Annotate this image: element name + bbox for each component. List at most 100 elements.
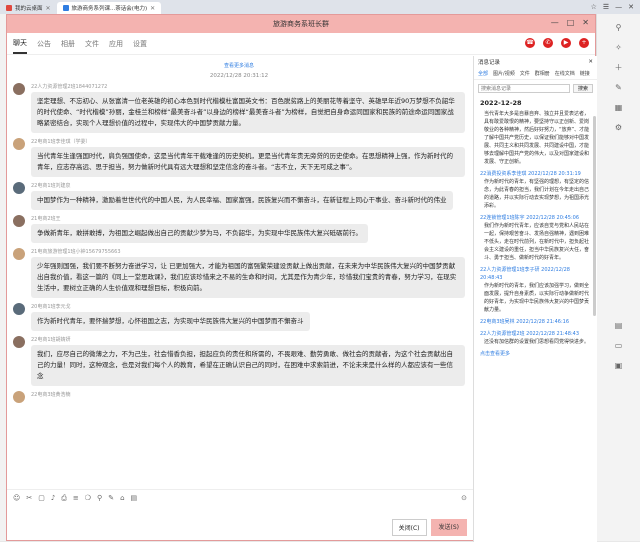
history-tab-album[interactable]: 群相册 xyxy=(535,70,550,77)
folder-icon[interactable]: ▣ xyxy=(613,360,625,372)
avatar[interactable] xyxy=(13,215,25,227)
menu-icon[interactable]: ☰ xyxy=(603,3,609,11)
avatar[interactable] xyxy=(13,83,25,95)
history-icon[interactable]: ▤ xyxy=(131,494,138,503)
file-icon[interactable]: ▢ xyxy=(38,494,45,503)
history-record: 22消费投资系李佳琪 2022/12/28 20:31:19 作为新时代的青年，… xyxy=(474,169,597,213)
tab-announcement[interactable]: 公告 xyxy=(37,35,51,53)
document-icon[interactable]: ▤ xyxy=(613,320,625,332)
browser-tab-bar: 我的云桌面 ✕ 旅游商务系列课...茶话会(电力) ✕ ☆ ☰ — ✕ xyxy=(0,0,640,14)
history-text: 作为新时代的青年，我们应该加强学习，做到全面发展，提升自身素质，以实际行动争做新… xyxy=(484,283,590,313)
history-meta[interactable]: 22连锁管理1班陈宇 2022/12/28 20:45:06 xyxy=(480,214,591,222)
pen-icon[interactable]: ✎ xyxy=(108,494,114,503)
phone-icon[interactable]: ✆ xyxy=(543,38,553,48)
home-icon[interactable]: ⌂ xyxy=(120,494,124,503)
history-record: 点击查看更多 xyxy=(474,349,597,361)
history-tab-links[interactable]: 链接 xyxy=(580,70,590,77)
chat-message: 22电商1班刘建泉 中国梦作为一种精神，激励着世世代代的中国人民，为人民幸福、国… xyxy=(13,182,465,210)
send-button[interactable]: 发送(S) xyxy=(430,519,467,536)
voice-call-icon[interactable]: ☎ xyxy=(525,38,535,48)
history-tab-docs[interactable]: 在线文档 xyxy=(555,70,575,77)
edit-icon[interactable]: ✎ xyxy=(613,82,625,94)
history-meta[interactable]: 22人力资源管理1班李子研 2022/12/28 20:48:43 xyxy=(480,266,591,282)
tab-album[interactable]: 相册 xyxy=(61,35,75,53)
history-search-button[interactable]: 搜索 xyxy=(572,84,593,93)
close-tab-icon[interactable]: ✕ xyxy=(46,5,51,12)
close-tab-icon[interactable]: ✕ xyxy=(150,5,155,12)
search-icon[interactable]: ⚲ xyxy=(613,22,625,34)
browser-controls: ☆ ☰ — ✕ xyxy=(591,3,640,11)
browser-tab-label: 我的云桌面 xyxy=(15,6,43,12)
list-icon[interactable]: ≡ xyxy=(73,494,79,503)
history-tab-files[interactable]: 文件 xyxy=(520,70,530,77)
minimize-icon[interactable]: — xyxy=(615,3,622,11)
chat-message: 21电商旅游管理1班小钟15679755663 少年强则国强，我们要不断努力奋进… xyxy=(13,248,465,298)
history-search-input[interactable] xyxy=(478,84,570,93)
close-icon[interactable]: ✕ xyxy=(628,3,634,11)
tab-apps[interactable]: 应用 xyxy=(109,35,123,53)
history-record: 22人力资源管理1班李子研 2022/12/28 20:48:43 作为新时代的… xyxy=(474,265,597,317)
browser-tab-chat[interactable]: 旅游商务系列课...茶话会(电力) ✕ xyxy=(56,2,162,14)
message-bubble[interactable]: 作为新时代青年，要怀揣梦想，心怀祖国之志，为实现中华民族伟大复兴的中国梦而不懈奋… xyxy=(31,312,310,331)
avatar[interactable] xyxy=(13,336,25,348)
tab-chat[interactable]: 聊天 xyxy=(13,34,27,54)
history-record: 22电商3班吴林 2022/12/28 21:46:16 xyxy=(474,317,597,329)
history-meta[interactable]: 22消费投资系李佳琪 2022/12/28 20:31:19 xyxy=(480,170,591,178)
close-button[interactable]: 关闭(C) xyxy=(391,519,427,536)
chat-window: 旅游商务系班长群 — □ ✕ 聊天 公告 相册 文件 应用 设置 ☎ ✆ ▶ +… xyxy=(6,14,597,542)
close-icon[interactable]: ✕ xyxy=(582,18,589,27)
grid-icon[interactable]: ▦ xyxy=(613,102,625,114)
avatar[interactable] xyxy=(13,303,25,315)
print-icon[interactable]: ⎙ xyxy=(61,494,67,503)
compass-icon[interactable]: ✧ xyxy=(613,42,625,54)
history-meta[interactable]: 22电商3班吴林 2022/12/28 21:46:16 xyxy=(480,318,591,326)
browser-tab-label: 旅游商务系列课...茶话会(电力) xyxy=(71,6,148,12)
message-bubble[interactable]: 少年强则国强，我们要不断努力奋进学习，让 已更加强大，才能为祖国的富强繁荣建设贡… xyxy=(31,257,465,298)
history-tab-all[interactable]: 全部 xyxy=(478,70,488,77)
message-bubble[interactable]: 中国梦作为一种精神，激励着世世代代的中国人民，为人民幸福、国家富强，民族复兴而不… xyxy=(31,191,453,210)
scroll-down-icon[interactable]: ⊙ xyxy=(461,494,467,503)
history-search: 搜索 xyxy=(474,80,597,97)
sender-name: 20电商1班李元戈 xyxy=(31,304,71,310)
video-call-icon[interactable]: ▶ xyxy=(561,38,571,48)
message-composer: ☺ ✂ ▢ ♪ ⎙ ≡ ❍ ⚲ ✎ ⌂ ▤ ⊙ 关闭(C) 发送(S) xyxy=(7,489,473,542)
add-icon[interactable]: ＋ xyxy=(613,62,625,74)
history-text: 我们作为新时代青年，应该自觉与党和人民站在一起，保持艰苦奋斗、发扬自强精神，遇到… xyxy=(484,223,590,261)
avatar[interactable] xyxy=(13,138,25,150)
add-member-icon[interactable]: + xyxy=(579,38,589,48)
history-meta[interactable]: 22人力资源管理2班 2022/12/28 21:48:43 xyxy=(480,330,591,338)
avatar[interactable] xyxy=(13,182,25,194)
sender-name: 22电商1班李佳琪（学委） xyxy=(31,139,91,145)
screenshot-icon[interactable]: ✂ xyxy=(26,494,32,503)
maximize-icon[interactable]: □ xyxy=(567,18,575,27)
message-bubble[interactable]: 争做新青年，敢拼敢搏，为祖国之崛起做出自己的贡献少梦为马，不负韶华，为实现中华民… xyxy=(31,224,368,243)
message-bubble[interactable]: 我们，应尽自己的微薄之力，不为己生，社会惜香负担，担起应负的责任和所需的，不畏艰… xyxy=(31,345,465,386)
history-scrollbar[interactable] xyxy=(593,116,596,316)
view-more-link[interactable]: 查看更多消息 xyxy=(13,62,465,69)
history-title: 消息记录 xyxy=(478,60,501,66)
message-list[interactable]: 查看更多消息 2022/12/28 20:31:12 22人力资源管理2班184… xyxy=(7,56,473,489)
voice-icon[interactable]: ♪ xyxy=(51,494,55,503)
circle-icon[interactable]: ❍ xyxy=(85,494,91,503)
chat-icon[interactable]: ▭ xyxy=(613,340,625,352)
avatar[interactable] xyxy=(13,391,25,403)
settings-icon[interactable]: ⚙ xyxy=(613,122,625,134)
history-text: 当代青年大多是自暴自弃、独立并且爱表达者，具有敢爱敢恨的精神，要坚持守以正创新、… xyxy=(484,111,590,165)
search-icon[interactable]: ⚲ xyxy=(97,494,102,503)
avatar[interactable] xyxy=(13,248,25,260)
view-more-history-link[interactable]: 点击查看更多 xyxy=(480,350,591,358)
window-titlebar: 旅游商务系班长群 — □ ✕ xyxy=(7,15,595,33)
minimize-icon[interactable]: — xyxy=(551,18,559,27)
history-tabs: 全部 图片/视频 文件 群相册 在线文档 链接 xyxy=(474,68,597,80)
message-bubble[interactable]: 当代青年生逢强国时代，肩负强国使命，这是当代青年干载难逢的历史契机，更是当代青年… xyxy=(31,147,465,177)
close-panel-icon[interactable]: ✕ xyxy=(588,59,593,65)
emoji-icon[interactable]: ☺ xyxy=(13,494,20,503)
browser-tab-desktop[interactable]: 我的云桌面 ✕ xyxy=(0,2,57,14)
history-tab-media[interactable]: 图片/视频 xyxy=(493,70,515,77)
tab-settings[interactable]: 设置 xyxy=(133,35,147,53)
history-text: 还没有加信群的设置我们思想看同党得快进步。 xyxy=(484,339,590,345)
favorite-icon[interactable]: ☆ xyxy=(591,3,597,11)
sender-name: 22人力资源管理2班1844071272 xyxy=(31,84,108,90)
message-bubble[interactable]: 坚定理想、不忘初心、从张富清一位老英雄的初心本色到时代楷模杜富国英文书：百色脱贫… xyxy=(31,92,465,133)
tab-files[interactable]: 文件 xyxy=(85,35,99,53)
